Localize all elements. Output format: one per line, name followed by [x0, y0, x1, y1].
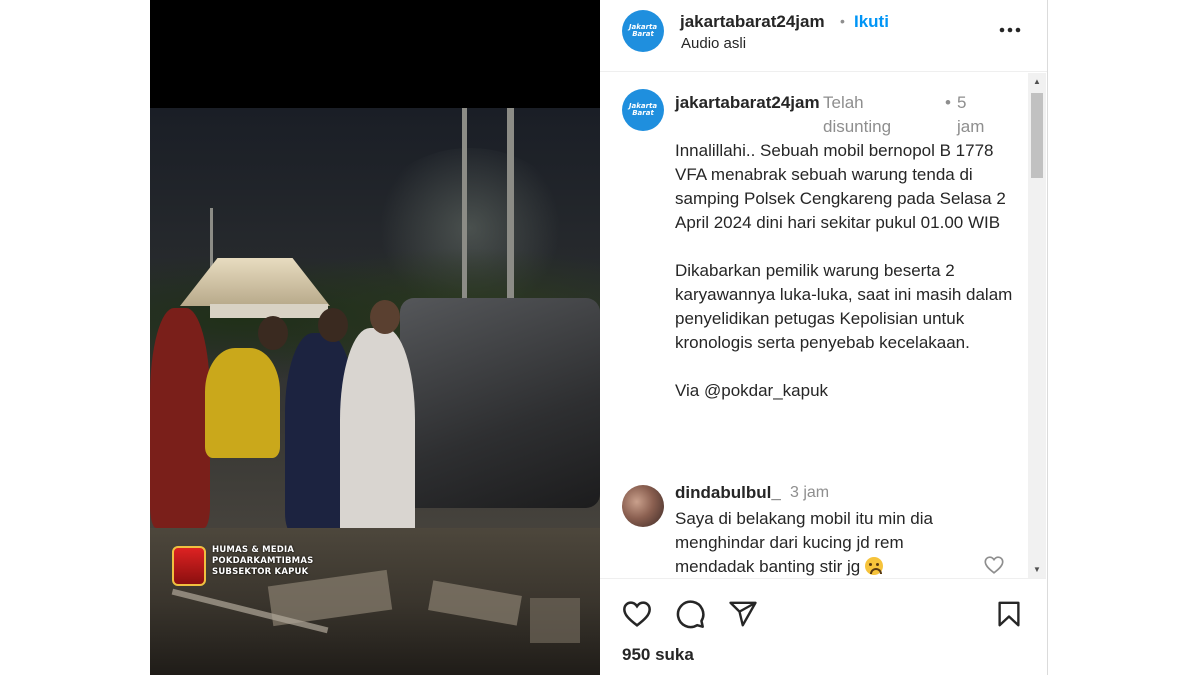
comment-item: dindabulbul_ 3 jam Saya di belakang mobi…	[600, 479, 1028, 578]
share-icon	[729, 601, 757, 627]
separator-dot: •	[945, 93, 951, 112]
video-pole	[462, 108, 467, 308]
post-side-panel: Jakarta Barat jakartabarat24jam • Ikuti …	[600, 0, 1048, 675]
video-pole	[507, 108, 514, 308]
caption-timestamp[interactable]: 5 jam	[957, 91, 997, 139]
author-username-link[interactable]: jakartabarat24jam	[680, 12, 825, 32]
watermark-line: POKDARKAMTIBMAS	[212, 556, 314, 566]
separator-dot: •	[840, 13, 845, 29]
video-player[interactable]: HUMAS & MEDIA POKDARKAMTIBMAS SUBSEKTOR …	[150, 0, 600, 675]
follow-button[interactable]: Ikuti	[854, 12, 889, 32]
share-button[interactable]	[726, 597, 760, 631]
video-person-head	[318, 308, 348, 342]
heart-outline-icon	[984, 556, 1004, 574]
caption-text: Innalillahi.. Sebuah mobil bernopol B 17…	[675, 141, 1013, 400]
video-watermark: HUMAS & MEDIA POKDARKAMTIBMAS SUBSEKTOR …	[212, 545, 313, 578]
video-person	[205, 348, 280, 458]
comment-button[interactable]	[673, 597, 707, 631]
video-overturned-car	[400, 298, 600, 508]
more-options-button[interactable]	[998, 18, 1022, 42]
save-button[interactable]	[992, 597, 1026, 631]
commenter-avatar[interactable]	[622, 485, 664, 527]
scroll-up-arrow-icon[interactable]: ▲	[1028, 73, 1046, 90]
caption-username-link[interactable]: jakartabarat24jam	[675, 91, 825, 115]
post-actions-bar: 950 suka	[600, 578, 1046, 675]
commenter-username-link[interactable]: dindabulbul_	[675, 483, 781, 503]
caption-author-avatar[interactable]: Jakarta Barat	[622, 89, 664, 131]
comments-list[interactable]: Jakarta Barat jakartabarat24jam Telah di…	[600, 73, 1028, 578]
watermark-line: SUBSEKTOR KAPUK	[212, 567, 309, 577]
author-avatar[interactable]: Jakarta Barat	[622, 10, 664, 52]
like-comment-button[interactable]	[983, 554, 1005, 576]
scrollbar-thumb[interactable]	[1031, 93, 1043, 178]
comment-icon	[676, 600, 705, 629]
comments-scrollbar[interactable]: ▲ ▼	[1028, 73, 1046, 578]
video-debris	[530, 598, 580, 643]
like-button[interactable]	[620, 597, 654, 631]
video-person-head	[258, 316, 288, 350]
bookmark-icon	[998, 601, 1020, 627]
comment-text: Saya di belakang mobil itu min dia mengh…	[675, 509, 933, 576]
heart-icon	[623, 601, 651, 627]
video-person	[340, 328, 415, 558]
video-person	[150, 308, 210, 528]
likes-count[interactable]: 950 suka	[622, 645, 694, 665]
video-person-head	[370, 300, 400, 334]
watermark-line: HUMAS & MEDIA	[212, 545, 295, 555]
sad-face-emoji-icon	[864, 557, 883, 575]
more-icon	[999, 27, 1021, 33]
original-audio-link[interactable]: Audio asli	[681, 35, 746, 52]
scroll-down-arrow-icon[interactable]: ▼	[1028, 561, 1046, 578]
comment-text-wrapper: Saya di belakang mobil itu min dia mengh…	[675, 507, 975, 578]
edited-label: Telah disunting	[823, 93, 892, 136]
post-header: Jakarta Barat jakartabarat24jam • Ikuti …	[600, 0, 1047, 72]
video-frame[interactable]: HUMAS & MEDIA POKDARKAMTIBMAS SUBSEKTOR …	[150, 108, 600, 675]
pokdarkamtibmas-logo	[172, 546, 206, 586]
comment-timestamp[interactable]: 3 jam	[790, 484, 829, 502]
